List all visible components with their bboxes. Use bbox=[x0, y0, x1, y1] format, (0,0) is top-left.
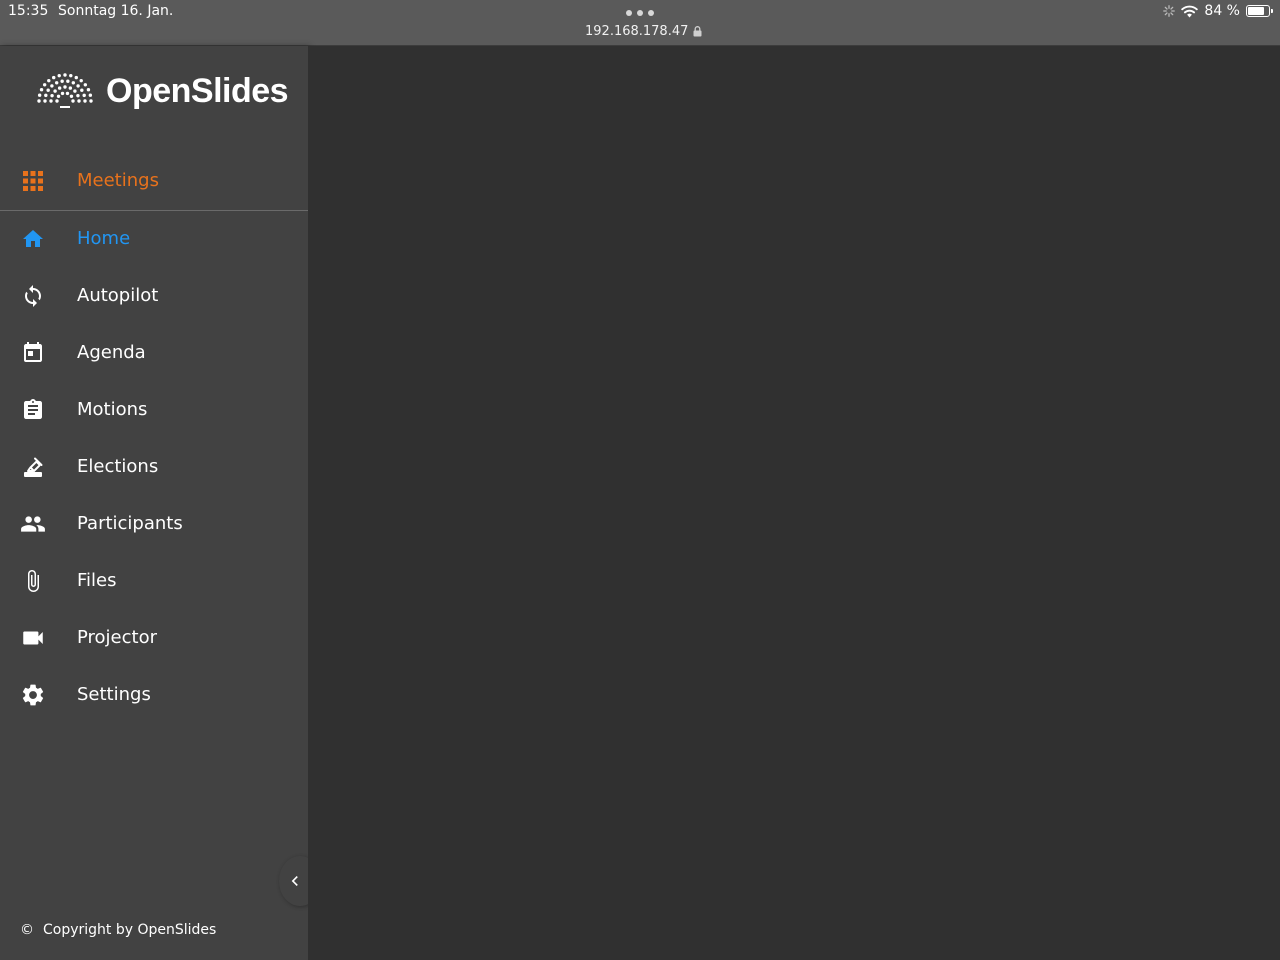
nav-files[interactable]: Files bbox=[0, 557, 308, 603]
clipboard-icon bbox=[20, 397, 46, 423]
nav-autopilot[interactable]: Autopilot bbox=[0, 272, 308, 318]
nav-settings[interactable]: Settings bbox=[0, 671, 308, 717]
address-bar[interactable]: 192.168.178.47 bbox=[585, 24, 702, 39]
nav-autopilot-label: Autopilot bbox=[77, 284, 159, 306]
nav-elections-label: Elections bbox=[77, 455, 159, 477]
copyright-text: Copyright by OpenSlides bbox=[43, 922, 217, 938]
battery-icon bbox=[1246, 5, 1273, 17]
calendar-icon bbox=[20, 340, 46, 366]
nav-files-label: Files bbox=[77, 569, 117, 591]
home-icon bbox=[20, 226, 46, 252]
nav-motions[interactable]: Motions bbox=[0, 386, 308, 432]
paperclip-icon bbox=[20, 568, 46, 594]
activity-spinner-icon bbox=[1163, 5, 1176, 17]
nav-meetings-label: Meetings bbox=[77, 169, 159, 191]
sidebar: OpenSlides Meetings Home Autopilot Agend… bbox=[0, 46, 308, 960]
people-icon bbox=[20, 511, 46, 537]
status-date: Sonntag 16. Jan. bbox=[58, 3, 174, 19]
copyright-icon: © bbox=[20, 922, 34, 938]
battery-percent: 84 % bbox=[1204, 3, 1240, 19]
nav-motions-label: Motions bbox=[77, 398, 148, 420]
status-bar: 15:35 Sonntag 16. Jan. 192.168.178.47 84… bbox=[0, 0, 1280, 46]
nav-agenda[interactable]: Agenda bbox=[0, 329, 308, 375]
main-content bbox=[308, 46, 1280, 960]
ballot-icon bbox=[20, 454, 46, 480]
logo-icon bbox=[37, 72, 93, 108]
chevron-left-icon bbox=[291, 876, 298, 886]
status-time: 15:35 bbox=[8, 3, 49, 19]
copyright: © Copyright by OpenSlides bbox=[20, 922, 216, 938]
nav-settings-label: Settings bbox=[77, 683, 151, 705]
sidebar-divider bbox=[0, 210, 308, 211]
nav-projector-label: Projector bbox=[77, 626, 157, 648]
nav-elections[interactable]: Elections bbox=[0, 443, 308, 489]
sync-icon bbox=[20, 283, 46, 309]
more-dots-icon[interactable] bbox=[626, 8, 654, 18]
nav-projector[interactable]: Projector bbox=[0, 614, 308, 660]
openslides-logo[interactable]: OpenSlides bbox=[36, 72, 289, 111]
lock-icon bbox=[693, 26, 702, 37]
url-text: 192.168.178.47 bbox=[585, 24, 689, 39]
wifi-icon bbox=[1181, 5, 1199, 17]
nav-home-label: Home bbox=[77, 227, 131, 249]
grid-icon bbox=[20, 168, 46, 194]
videocam-icon bbox=[20, 625, 46, 651]
nav-meetings[interactable]: Meetings bbox=[0, 157, 308, 203]
nav-agenda-label: Agenda bbox=[77, 341, 146, 363]
nav-home[interactable]: Home bbox=[0, 215, 308, 261]
gear-icon bbox=[20, 682, 46, 708]
nav-participants[interactable]: Participants bbox=[0, 500, 308, 546]
logo-text: OpenSlides bbox=[106, 72, 289, 110]
nav-participants-label: Participants bbox=[77, 512, 183, 534]
